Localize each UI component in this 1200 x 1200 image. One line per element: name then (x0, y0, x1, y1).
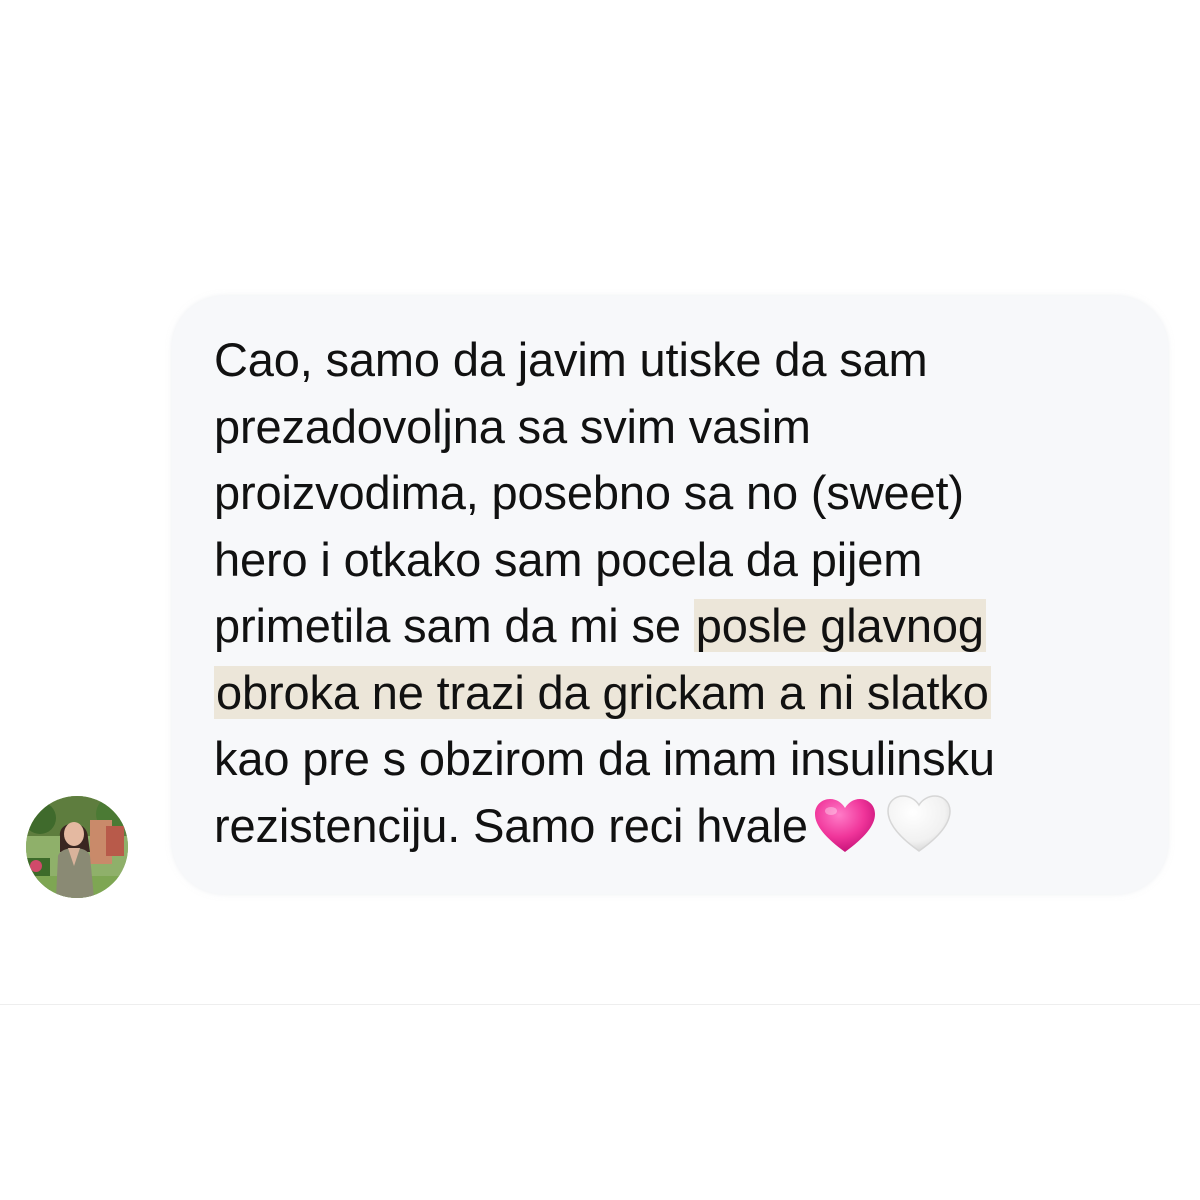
message-text: Cao, samo da javim utiske da sam prezado… (214, 327, 1128, 859)
avatar[interactable] (26, 796, 128, 898)
message-line-text: primetila sam da mi se (214, 599, 694, 652)
message-line: kao pre s obzirom da imam insulinsku (214, 732, 995, 785)
chat-view: Cao, samo da javim utiske da sam prezado… (0, 0, 1200, 1200)
highlighted-text: posle glavnog (693, 599, 986, 652)
message-line: Cao, samo da javim utiske da sam (214, 333, 928, 386)
highlighted-text: obroka ne trazi da grickam a ni slatko (214, 665, 991, 719)
white-heart-icon (887, 794, 951, 852)
message-line: obroka ne trazi da grickam a ni slatko (214, 660, 1128, 727)
message-bubble[interactable]: Cao, samo da javim utiske da sam prezado… (172, 296, 1168, 894)
message-line: proizvodima, posebno sa no (sweet) (214, 466, 964, 519)
message-line: primetila sam da mi se posle glavnog (214, 593, 1128, 660)
divider (0, 1004, 1200, 1005)
pink-heart-icon (814, 798, 875, 852)
message-line: rezistenciju. Samo reci hvale (214, 793, 1128, 860)
message-line: prezadovoljna sa svim vasim (214, 399, 811, 453)
message-line: hero i otkako sam pocela da pijem (214, 532, 923, 586)
avatar-photo (26, 796, 128, 898)
message-line-text: rezistenciju. Samo reci hvale (214, 798, 808, 852)
